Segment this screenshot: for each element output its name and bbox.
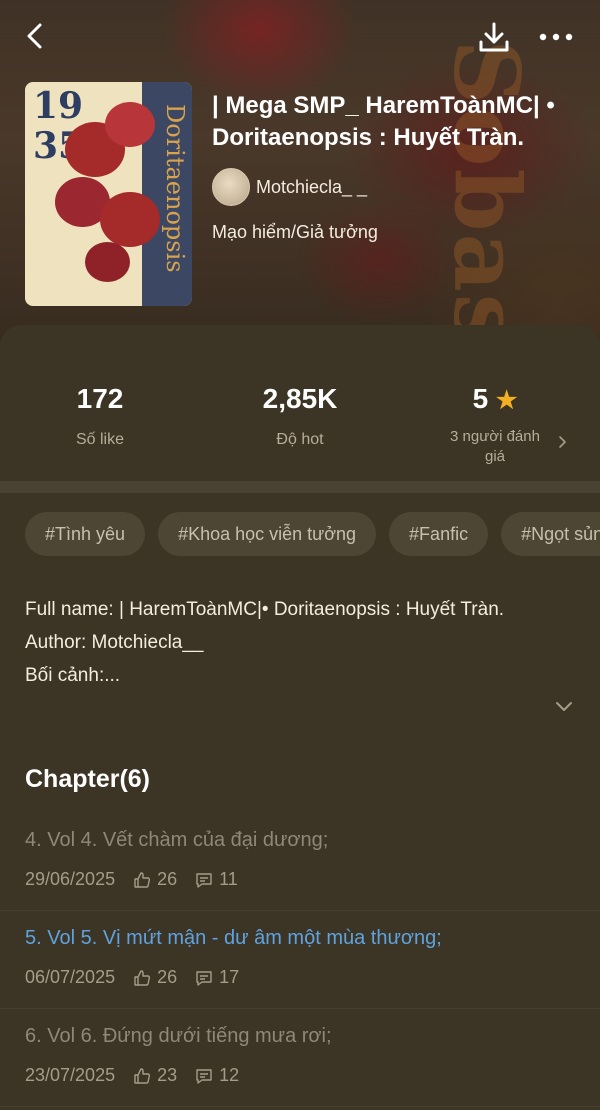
chapter-comments: 11 <box>219 869 238 889</box>
chapter-likes: 23 <box>157 1065 178 1085</box>
stats-row: 172 Số like 2,85K Độ hot 5 ★ 3 người đán… <box>0 325 600 481</box>
comment-icon <box>196 1068 212 1084</box>
chevron-left-icon <box>27 23 42 49</box>
tag-chip[interactable]: #Fanfic <box>389 512 489 556</box>
cover-flower <box>105 102 155 147</box>
comment-icon <box>196 872 212 888</box>
cover-flower <box>85 242 130 282</box>
more-horizontal-icon <box>539 33 573 41</box>
thumbs-up-icon <box>134 871 151 888</box>
tag-chip[interactable]: #Khoa học viễn tưởng <box>158 512 377 556</box>
chapter-likes: 26 <box>157 869 178 889</box>
book-cover[interactable]: 19 35 Doritaenopsis <box>25 82 192 306</box>
chapter-meta: 23/07/2025 23 12 <box>25 1065 239 1086</box>
thumbs-up-icon <box>134 969 151 986</box>
book-description: Full name: | HaremToànMC|• Doritaenopsis… <box>25 593 545 692</box>
chapter-item[interactable]: 4. Vol 4. Vết chàm của đại dương; 29/06/… <box>0 813 600 911</box>
book-genre: Mạo hiểm/Giả tưởng <box>212 222 378 242</box>
chapter-comments: 17 <box>219 967 240 987</box>
author-avatar[interactable] <box>212 168 250 206</box>
thumbs-up-icon <box>134 1067 151 1084</box>
chapter-date: 23/07/2025 <box>25 1065 116 1085</box>
hot-value: 2,85K <box>262 383 338 414</box>
rating-label: 3 người đánh giá <box>450 428 540 465</box>
chapter-title: 6. Vol 6. Đứng dưới tiếng mưa rơi; <box>25 1025 332 1047</box>
chapters-heading: Chapter(6) <box>25 765 151 793</box>
chapter-meta: 06/07/2025 26 17 <box>25 967 239 988</box>
description-line: Author: Motchiecla__ <box>25 632 204 653</box>
chevron-right-icon[interactable] <box>555 435 569 449</box>
chapter-title: 4. Vol 4. Vết chàm của đại dương; <box>25 829 329 851</box>
chapter-item[interactable]: 6. Vol 6. Đứng dưới tiếng mưa rơi; 23/07… <box>0 1009 600 1107</box>
section-divider <box>0 481 600 493</box>
author-name[interactable]: Motchiecla_ _ <box>256 177 367 198</box>
rating-value: 5 <box>472 383 489 414</box>
chapter-item[interactable]: 5. Vol 5. Vị mứt mận - dư âm một mùa thư… <box>0 911 600 1009</box>
comment-icon <box>196 970 212 986</box>
tag-chip[interactable]: #Tình yêu <box>25 512 146 556</box>
chapter-list: 4. Vol 4. Vết chàm của đại dương; 29/06/… <box>0 813 600 1107</box>
stat-likes: 172 Số like <box>0 383 200 449</box>
likes-label: Số like <box>75 431 125 448</box>
rating-value-row: 5 ★ <box>395 383 595 417</box>
chapter-date: 06/07/2025 <box>25 967 116 987</box>
stat-hot: 2,85K Độ hot <box>200 383 400 449</box>
chapter-date: 29/06/2025 <box>25 869 116 889</box>
top-bar <box>0 0 600 76</box>
description-line: Full name: | HaremToànMC|• Doritaenopsis… <box>25 599 505 620</box>
back-button[interactable] <box>18 18 54 54</box>
book-info: | Mega SMP_ HaremToànMC| • Doritaenopsis… <box>212 90 592 243</box>
author-row[interactable]: Motchiecla_ _ <box>212 168 592 206</box>
tag-chip[interactable]: #Ngọt sủng <box>501 512 600 556</box>
chevron-down-icon[interactable] <box>553 695 575 717</box>
book-title: | Mega SMP_ HaremToànMC| • Doritaenopsis… <box>212 92 555 151</box>
chapter-title: 5. Vol 5. Vị mứt mận - dư âm một mùa thư… <box>25 927 442 949</box>
tag-list: #Tình yêu #Khoa học viễn tưởng #Fanfic #Ngọ… <box>25 512 600 556</box>
cover-flower <box>100 192 160 247</box>
description-line: Bối cảnh:... <box>25 665 121 686</box>
download-button[interactable] <box>474 18 514 58</box>
stat-rating[interactable]: 5 ★ 3 người đánh giá <box>395 383 595 467</box>
content-panel: 172 Số like 2,85K Độ hot 5 ★ 3 người đán… <box>0 325 600 1110</box>
likes-value: 172 <box>76 383 124 414</box>
chapter-comments: 12 <box>219 1065 240 1085</box>
download-icon <box>479 22 509 52</box>
chapter-meta: 29/06/2025 26 11 <box>25 869 238 890</box>
star-icon: ★ <box>495 387 518 414</box>
hot-label: Độ hot <box>276 431 324 448</box>
chapter-likes: 26 <box>157 967 178 987</box>
more-button[interactable] <box>536 22 576 52</box>
